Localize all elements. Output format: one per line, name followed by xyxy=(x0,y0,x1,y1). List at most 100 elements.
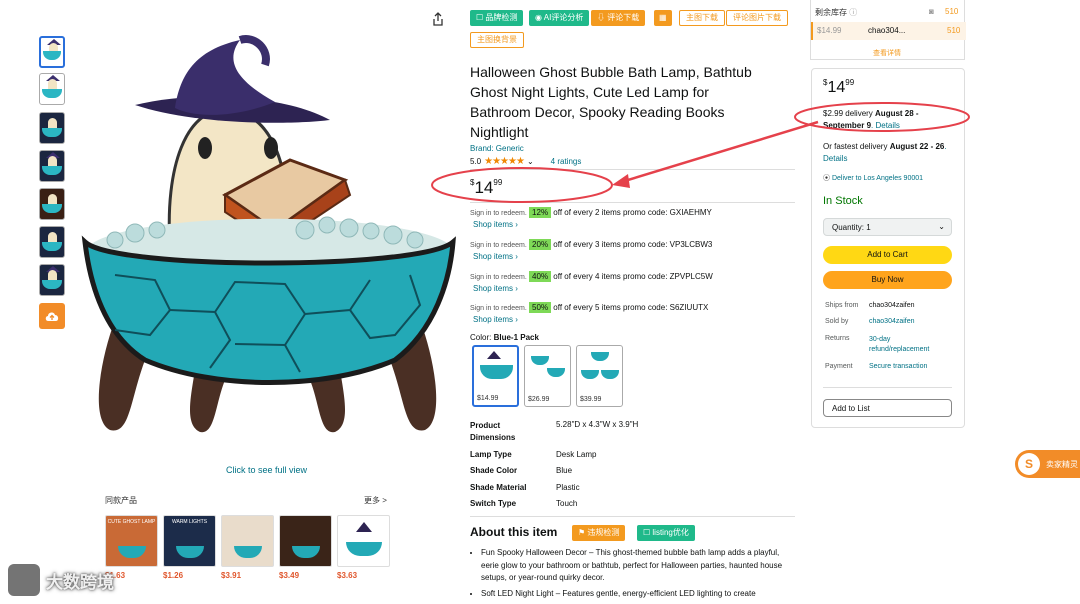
thumbnail-6[interactable] xyxy=(39,226,65,258)
violation-check-button[interactable]: ⚑ 违规检测 xyxy=(572,525,626,541)
promo-row: Sign in to redeem. 20% off of every 3 it… xyxy=(470,239,712,261)
similar-card-2[interactable]: WARM LIGHTS xyxy=(163,515,216,567)
promo-row: Sign in to redeem. 12% off of every 2 it… xyxy=(470,207,712,229)
thumbnail-4[interactable] xyxy=(39,150,65,182)
ships-from-value: chao304zaifen xyxy=(869,302,915,309)
similar-products-title: 同款产品 xyxy=(105,496,137,505)
shop-items-link[interactable]: Shop items › xyxy=(473,252,712,261)
stock-details-link[interactable]: 查看详情 xyxy=(873,48,901,58)
spec-value: Touch xyxy=(556,499,578,508)
promo-row: Sign in to redeem. 40% off of every 4 it… xyxy=(470,271,713,293)
thumbnail-5[interactable] xyxy=(39,188,65,220)
thumbnail-3[interactable] xyxy=(39,112,65,144)
chevron-down-icon: ⌄ xyxy=(938,222,945,231)
promo-sign-in[interactable]: Sign in to redeem. xyxy=(470,210,527,217)
fastest-delivery-info: Or fastest delivery August 22 - 26. Deta… xyxy=(823,141,958,165)
returns-key: Returns xyxy=(825,335,850,342)
bullet-item: Soft LED Night Light – Features gentle, … xyxy=(481,588,795,601)
brand-link[interactable]: Brand: Generic xyxy=(470,144,524,153)
spec-value: Desk Lamp xyxy=(556,450,597,459)
thumbnail-1[interactable] xyxy=(39,36,65,68)
similar-more-link[interactable]: 更多 > xyxy=(364,495,387,506)
swatch-price: $39.99 xyxy=(580,396,602,403)
add-to-cart-button[interactable]: Add to Cart xyxy=(823,246,952,264)
price-whole: 14 xyxy=(474,178,494,197)
stock-row-price: $14.99 xyxy=(817,26,842,35)
promo-text: off of every 4 items promo code: ZPVPLC5… xyxy=(553,272,713,281)
quantity-select[interactable]: Quantity: 1 ⌄ xyxy=(823,218,952,236)
delivery-info: $2.99 delivery August 28 - September 9. … xyxy=(823,108,958,132)
chevron-down-icon[interactable]: ⌄ xyxy=(527,157,534,166)
watermark-text: 大数跨境 xyxy=(46,572,114,592)
divider xyxy=(470,202,795,203)
sold-by-key: Sold by xyxy=(825,318,849,325)
ai-review-button[interactable]: ◉ AI评论分析 xyxy=(529,10,590,26)
promo-sign-in[interactable]: Sign in to redeem. xyxy=(470,305,527,312)
see-full-view-link[interactable]: Click to see full view xyxy=(226,465,307,475)
bullet-item: Fun Spooky Halloween Decor – This ghost-… xyxy=(481,547,795,585)
share-icon[interactable] xyxy=(432,12,444,26)
cloud-upload-icon[interactable] xyxy=(39,303,65,329)
payment-link[interactable]: Secure transaction xyxy=(869,363,927,370)
promo-text: off of every 2 items promo code: GXIAEHM… xyxy=(553,208,712,217)
listing-optimize-button[interactable]: ☐ listing优化 xyxy=(637,525,695,541)
returns-link[interactable]: 30-day refund/replacement xyxy=(869,335,949,355)
shop-items-link[interactable]: Shop items › xyxy=(473,315,708,324)
stock-label: 剩余库存 ⓘ xyxy=(815,7,857,18)
price-fraction: 99 xyxy=(493,178,503,187)
about-bullets: Fun Spooky Halloween Decor – This ghost-… xyxy=(470,547,795,603)
listing-optimize-label: listing优化 xyxy=(652,528,689,537)
promo-sign-in[interactable]: Sign in to redeem. xyxy=(470,242,527,249)
main-image-download-button[interactable]: 主图下载 xyxy=(679,10,725,26)
similar-price-3: $3.91 xyxy=(221,571,242,580)
ai-review-label: AI评论分析 xyxy=(543,13,584,22)
shop-items-link[interactable]: Shop items › xyxy=(473,284,713,293)
color-label-key: Color: xyxy=(470,333,494,342)
add-to-list-button[interactable]: Add to List xyxy=(823,399,952,417)
sold-by-link[interactable]: chao304zaifen xyxy=(869,318,915,325)
color-swatch-3[interactable]: $39.99 xyxy=(576,345,623,407)
in-stock-status: In Stock xyxy=(823,195,863,207)
help-icon[interactable]: ⓘ xyxy=(849,8,857,17)
price-whole: 14 xyxy=(827,79,846,96)
spec-value: 5.28"D x 4.3"W x 3.9"H xyxy=(556,420,639,429)
similar-price-5: $3.63 xyxy=(337,571,358,580)
brand-check-button[interactable]: ☐ 品牌检测 xyxy=(470,10,524,26)
divider xyxy=(823,387,952,388)
promo-sign-in[interactable]: Sign in to redeem. xyxy=(470,274,527,281)
deliver-to-link[interactable]: ⦿ Deliver to Los Angeles 90001 xyxy=(823,173,923,183)
thumbnail-2[interactable] xyxy=(39,73,65,105)
buy-now-button[interactable]: Buy Now xyxy=(823,271,952,289)
similar-card-4[interactable] xyxy=(279,515,332,567)
ratings-count-link[interactable]: 4 ratings xyxy=(551,157,582,166)
review-image-download-button[interactable]: 评论图片下载 xyxy=(726,10,788,26)
stock-total: 510 xyxy=(945,7,959,16)
similar-card-5[interactable] xyxy=(337,515,390,567)
promo-percent: 40% xyxy=(529,271,552,282)
product-main-image[interactable] xyxy=(75,30,460,440)
payment-key: Payment xyxy=(825,363,853,370)
similar-card-3[interactable] xyxy=(221,515,274,567)
seller-sprite-badge[interactable]: S 卖家精灵 xyxy=(1015,450,1080,478)
delivery-details-link[interactable]: . Details xyxy=(871,121,900,130)
calculator-icon[interactable]: ▦ xyxy=(654,10,672,26)
thumbnail-7[interactable] xyxy=(39,264,65,296)
main-image-background-button[interactable]: 主图换背景 xyxy=(470,32,524,48)
rating-value: 5.0 xyxy=(470,157,482,166)
spec-key: Shade Material xyxy=(470,483,527,492)
spec-key: Switch Type xyxy=(470,499,517,508)
divider xyxy=(470,169,795,170)
watermark-logo-icon xyxy=(8,564,40,596)
shop-items-link[interactable]: Shop items › xyxy=(473,220,712,229)
quantity-value: Quantity: 1 xyxy=(832,223,871,232)
buybox-price: $1499 xyxy=(823,78,854,97)
similar-price-4: $3.49 xyxy=(279,571,300,580)
color-swatch-1[interactable]: $14.99 xyxy=(472,345,519,407)
star-rating-icon[interactable]: ★★★★★ xyxy=(484,156,525,167)
color-swatch-2[interactable]: $26.99 xyxy=(524,345,571,407)
review-download-label: 评论下载 xyxy=(607,13,640,22)
violation-check-label: 违规检测 xyxy=(587,528,620,537)
promo-percent: 20% xyxy=(529,239,552,250)
camera-icon[interactable]: ◙ xyxy=(929,7,934,16)
review-download-button[interactable]: ⇩ 评论下载 xyxy=(591,10,646,26)
